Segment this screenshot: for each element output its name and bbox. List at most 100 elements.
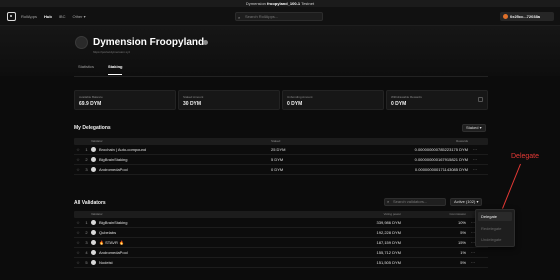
validator-name: AndromedaPool	[99, 166, 128, 172]
table-row[interactable]: ☆ 3 🔥 STAVR 🔥 187,159 DYM 15% ⋯	[74, 238, 488, 248]
voting-power-value: 192,228 DYM	[376, 229, 401, 235]
validator-search-placeholder: Search validators...	[393, 199, 428, 204]
validator-avatar	[91, 249, 96, 255]
validator-avatar	[91, 156, 96, 162]
voting-power-value: 155,712 DYM	[376, 249, 401, 255]
page-subtitle: https://portal.dymension.xyz	[93, 50, 131, 54]
staked-value: 25 DYM	[271, 146, 286, 152]
tab-staking[interactable]: Staking	[108, 64, 123, 75]
rewards-value: 0.000000000171143085 DYM	[414, 166, 468, 172]
validator-cell: BigBrainStaking	[91, 218, 331, 228]
annotation-label: Delegate	[511, 153, 540, 160]
rollapp-avatar	[75, 36, 88, 49]
row-number: 1	[85, 146, 88, 152]
row-number: 4	[85, 249, 88, 255]
delegations-table: Validator Staked Rewards ☆ 1 Brochain | …	[74, 138, 488, 175]
validator-name: Qubelabs	[99, 229, 117, 235]
row-menu-icon[interactable]: ⋯	[468, 155, 482, 165]
claim-rewards-icon[interactable]	[478, 97, 483, 102]
delegations-title: My Delegations	[74, 125, 111, 131]
validator-name: Brochain | Auto-compound	[99, 146, 147, 152]
validators-filter-select[interactable]: Active (102) ▾	[450, 198, 483, 206]
star-icon[interactable]: ☆	[74, 218, 82, 228]
favorite-icon[interactable]	[203, 40, 208, 45]
commission-value: 5%	[460, 229, 466, 235]
stat-value: 0 DYM	[287, 101, 303, 107]
star-icon[interactable]: ☆	[74, 248, 82, 258]
star-icon[interactable]: ☆	[74, 228, 82, 238]
search-icon: ⌕	[387, 199, 390, 204]
validator-avatar	[91, 259, 96, 265]
star-icon[interactable]: ☆	[74, 155, 82, 165]
table-row[interactable]: ☆ 3 AndromedaPool 0 DYM 0.00000000017114…	[74, 165, 488, 175]
rewards-value: 0.000000000785223175 DYM	[414, 146, 468, 152]
dymension-logo-icon[interactable]	[7, 12, 16, 21]
voting-power-value: 151,505 DYM	[376, 259, 401, 265]
stat-staked-amount: Staked Amount 30 DYM	[178, 90, 280, 110]
stat-label: Staked Amount	[183, 95, 204, 99]
validators-table: Validator Voting power Commission ☆ 1 Bi…	[74, 211, 488, 268]
voting-power-value: 187,159 DYM	[376, 239, 401, 245]
validator-cell: BigBrainStaking	[91, 155, 271, 165]
network-banner: Dymension froopyland_100-1 Testnet	[0, 0, 560, 7]
validators-title: All Validators	[74, 200, 106, 206]
stat-available-balance: Available Balance 69.9 DYM	[74, 90, 176, 110]
validator-name: Nodeist	[99, 259, 113, 265]
validator-avatar	[91, 239, 96, 245]
validator-cell: AndromedaPool	[91, 165, 271, 175]
star-icon[interactable]: ☆	[74, 145, 82, 155]
commission-value: 15%	[457, 239, 466, 245]
nav-link-other[interactable]: Other ▾	[72, 13, 85, 20]
validator-cell: 🔥 STAVR 🔥	[91, 238, 331, 248]
search-placeholder: Search RollApps...	[245, 14, 279, 19]
row-menu-icon[interactable]: ⋯	[468, 165, 482, 175]
row-number: 5	[85, 259, 88, 265]
stat-label: Unbonding Amount	[287, 95, 313, 99]
staking-stats: Available Balance 69.9 DYM Staked Amount…	[74, 90, 488, 110]
nav-link-ibc[interactable]: IBC	[59, 13, 66, 20]
table-row[interactable]: ☆ 2 BigBrainStaking 5 DYM 0.000000000167…	[74, 155, 488, 165]
stat-unbonding-amount: Unbonding Amount 0 DYM	[282, 90, 384, 110]
validator-cell: AndromedaPool	[91, 248, 331, 258]
banner-suffix: Testnet	[301, 1, 315, 6]
star-icon[interactable]: ☆	[74, 238, 82, 248]
validator-avatar	[91, 166, 96, 172]
commission-value: 1%	[460, 249, 466, 255]
table-row[interactable]: ☆ 1 Brochain | Auto-compound 25 DYM 0.00…	[74, 145, 488, 155]
validator-name: 🔥 STAVR 🔥	[99, 239, 124, 245]
menu-item-redelegate: Redelegate	[481, 226, 502, 231]
menu-item-delegate[interactable]: Delegate	[478, 212, 512, 221]
stat-value: 0 DYM	[391, 101, 407, 107]
row-menu-icon[interactable]: ⋯	[466, 258, 480, 268]
validator-name: AndromedaPool	[99, 249, 128, 255]
table-row[interactable]: ☆ 1 BigBrainStaking 339,986 DYM 10% ⋯	[74, 218, 488, 228]
nav-link-hub[interactable]: Hub	[44, 13, 52, 20]
voting-power-value: 339,986 DYM	[376, 219, 401, 225]
row-menu-icon[interactable]: ⋯	[468, 145, 482, 155]
table-row[interactable]: ☆ 5 Nodeist 151,505 DYM 5% ⋯	[74, 258, 488, 268]
star-icon[interactable]: ☆	[74, 165, 82, 175]
wallet-button[interactable]: 0x25cc...72038a	[500, 12, 554, 21]
nav-link-rollapps[interactable]: RollApps	[21, 13, 37, 20]
tabs-divider	[74, 76, 488, 77]
table-row[interactable]: ☆ 2 Qubelabs 192,228 DYM 5% ⋯	[74, 228, 488, 238]
row-number: 3	[85, 166, 88, 172]
validator-cell: Brochain | Auto-compound	[91, 145, 271, 155]
stat-value: 30 DYM	[183, 101, 202, 107]
star-icon[interactable]: ☆	[74, 258, 82, 268]
commission-value: 5%	[460, 259, 466, 265]
row-number: 3	[85, 239, 88, 245]
row-number: 1	[85, 219, 88, 225]
validator-search-input[interactable]: ⌕ Search validators...	[384, 198, 446, 206]
wallet-avatar-icon	[503, 14, 508, 19]
delegations-filter-select[interactable]: Staked ▾	[462, 124, 486, 132]
staked-value: 5 DYM	[271, 156, 284, 162]
tab-statistics[interactable]: Statistics	[78, 64, 94, 75]
stat-label: Withdrawable Rewards	[391, 95, 422, 99]
nav-links: RollApps Hub IBC Other ▾	[21, 13, 86, 20]
rollapp-search-input[interactable]: ⌕ Search RollApps...	[235, 12, 323, 21]
rewards-value: 0.000000000167915821 DYM	[414, 156, 468, 162]
table-row[interactable]: ☆ 4 AndromedaPool 155,712 DYM 1% ⋯	[74, 248, 488, 258]
row-menu-icon[interactable]: ⋯	[466, 248, 480, 258]
banner-prefix: Dymension	[245, 1, 266, 6]
